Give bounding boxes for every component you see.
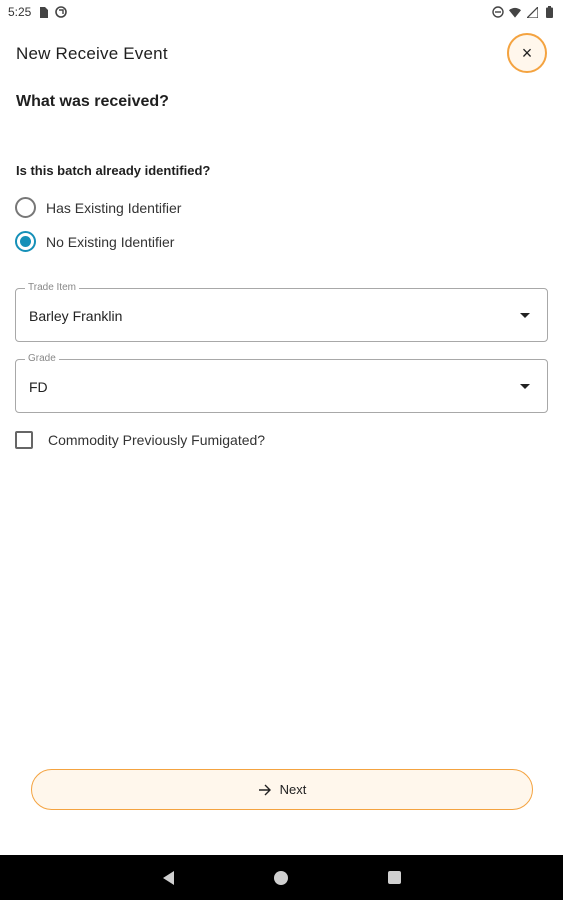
sim-card-icon [37, 6, 49, 18]
trade-item-value: Barley Franklin [29, 308, 123, 324]
page-title: New Receive Event [16, 44, 168, 63]
radio-button-unchecked[interactable] [15, 197, 36, 218]
fumigated-checkbox[interactable] [15, 431, 33, 449]
radio-label: Has Existing Identifier [46, 199, 182, 216]
close-icon: × [521, 42, 533, 63]
wifi-icon [509, 6, 521, 18]
fumigated-label: Commodity Previously Fumigated? [48, 432, 266, 448]
dropdown-arrow-icon[interactable] [520, 313, 530, 318]
next-button-label: Next [279, 782, 307, 797]
status-left: 5:25 [8, 5, 68, 19]
fumigated-checkbox-row[interactable]: Commodity Previously Fumigated? [15, 431, 265, 449]
radio-label: No Existing Identifier [46, 233, 175, 250]
cell-signal-icon [526, 6, 538, 18]
sync-icon [55, 6, 68, 18]
dropdown-arrow-icon[interactable] [520, 384, 530, 389]
next-button[interactable]: Next [31, 769, 533, 810]
section-title: What was received? [16, 93, 169, 110]
system-nav-bar [0, 855, 563, 900]
battery-icon [543, 6, 555, 18]
trade-item-select[interactable]: Trade Item Barley Franklin [15, 282, 548, 342]
recents-icon[interactable] [387, 871, 401, 884]
close-button[interactable]: × [507, 33, 547, 73]
radio-has-existing-identifier[interactable]: Has Existing Identifier [15, 197, 181, 218]
status-bar: 5:25 [0, 0, 563, 24]
arrow-right-icon [258, 783, 272, 797]
grade-select[interactable]: Grade FD [15, 353, 548, 413]
home-icon[interactable] [273, 870, 288, 885]
grade-label: Grade [25, 353, 59, 365]
radio-no-existing-identifier[interactable]: No Existing Identifier [15, 231, 174, 252]
grade-value: FD [29, 379, 48, 395]
radio-button-checked[interactable] [15, 231, 36, 252]
do-not-disturb-icon [492, 6, 504, 18]
trade-item-label: Trade Item [25, 282, 79, 294]
status-time: 5:25 [8, 5, 32, 19]
identifier-question: Is this batch already identified? [16, 163, 211, 178]
back-icon[interactable] [162, 870, 174, 885]
status-right [492, 6, 555, 18]
